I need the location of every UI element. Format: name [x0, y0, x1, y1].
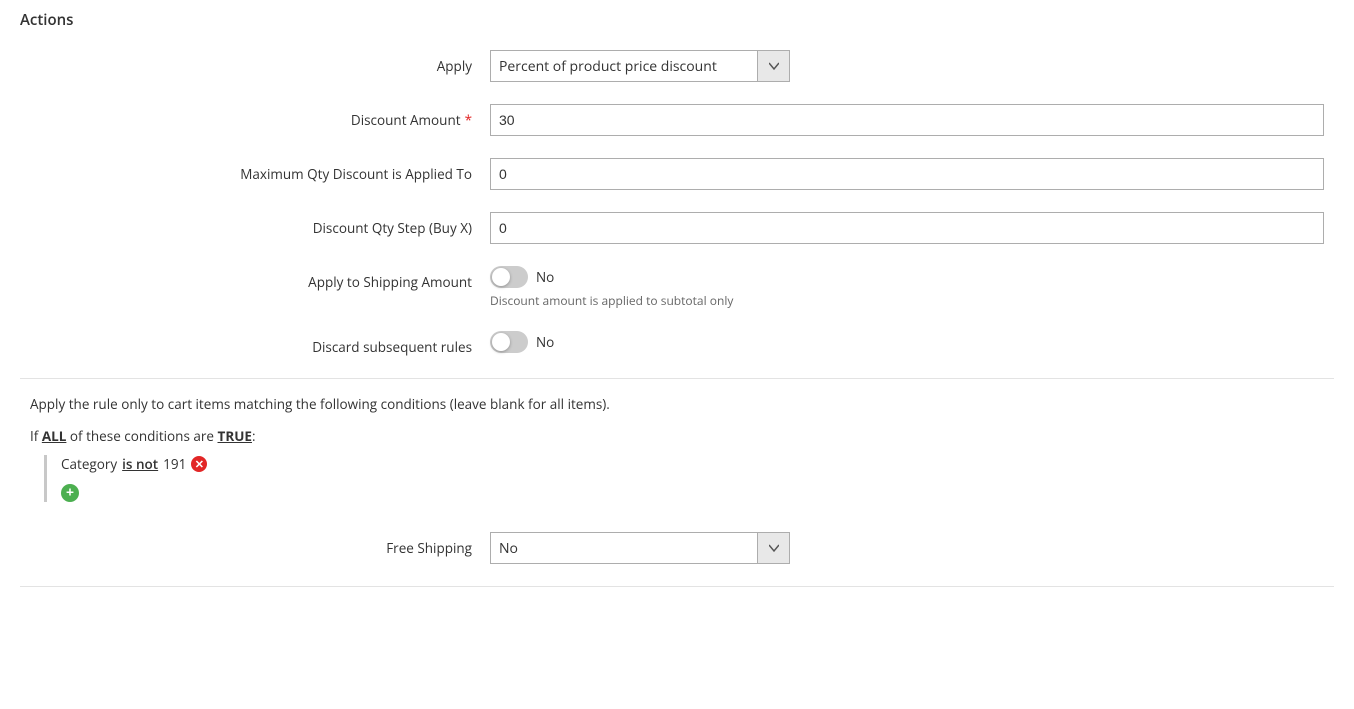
discount-qty-step-label: Discount Qty Step (Buy X)	[30, 212, 490, 237]
discard-subsequent-field: No	[490, 331, 1324, 353]
add-condition-row: +	[61, 483, 1324, 502]
free-shipping-row: Free Shipping No	[20, 532, 1334, 564]
all-label[interactable]: ALL	[42, 427, 67, 445]
true-label[interactable]: TRUE	[218, 427, 253, 445]
free-shipping-select-value: No	[491, 539, 757, 558]
chevron-down-icon	[769, 61, 779, 71]
discount-amount-row: Discount Amount*	[20, 104, 1334, 136]
section-title: Actions	[20, 10, 1334, 30]
apply-to-shipping-toggle-row: No	[490, 266, 1324, 288]
apply-select-value: Percent of product price discount	[491, 57, 757, 76]
discard-subsequent-toggle-row: No	[490, 331, 1324, 353]
apply-to-shipping-row: Apply to Shipping Amount No Discount amo…	[20, 266, 1334, 309]
remove-condition-icon[interactable]: ✕	[191, 456, 207, 472]
discount-amount-input[interactable]	[490, 104, 1324, 136]
bottom-divider	[20, 586, 1334, 587]
conditions-section: Apply the rule only to cart items matchi…	[20, 395, 1334, 502]
free-shipping-label: Free Shipping	[30, 532, 490, 557]
discount-qty-step-input[interactable]	[490, 212, 1324, 244]
of-these-label: of these conditions are	[70, 427, 214, 445]
chevron-down-icon-2	[769, 543, 779, 553]
free-shipping-select[interactable]: No	[490, 532, 790, 564]
apply-field: Percent of product price discount	[490, 50, 1324, 82]
apply-select[interactable]: Percent of product price discount	[490, 50, 790, 82]
apply-to-shipping-toggle[interactable]	[490, 266, 528, 288]
max-qty-input[interactable]	[490, 158, 1324, 190]
apply-label: Apply	[30, 50, 490, 75]
apply-to-shipping-hint: Discount amount is applied to subtotal o…	[490, 292, 1324, 309]
max-qty-row: Maximum Qty Discount is Applied To	[20, 158, 1334, 190]
discount-amount-field	[490, 104, 1324, 136]
toggle-knob-2	[492, 333, 510, 351]
discount-amount-label: Discount Amount*	[30, 104, 490, 129]
discard-subsequent-row: Discard subsequent rules No	[20, 331, 1334, 356]
if-label: If	[30, 427, 38, 445]
conditions-statement: Apply the rule only to cart items matchi…	[30, 395, 1324, 413]
condition-operator[interactable]: is not	[122, 455, 158, 473]
discard-subsequent-label: Discard subsequent rules	[30, 331, 490, 356]
section-divider	[20, 378, 1334, 379]
condition-value: 191	[163, 455, 186, 473]
discount-qty-step-row: Discount Qty Step (Buy X)	[20, 212, 1334, 244]
add-condition-icon[interactable]: +	[61, 484, 79, 502]
colon: :	[252, 427, 256, 445]
toggle-knob	[492, 268, 510, 286]
apply-row: Apply Percent of product price discount	[20, 50, 1334, 82]
condition-category: Category	[61, 455, 117, 473]
discard-subsequent-toggle[interactable]	[490, 331, 528, 353]
free-shipping-field: No	[490, 532, 1324, 564]
required-marker: *	[465, 111, 472, 129]
apply-to-shipping-toggle-label: No	[536, 268, 554, 286]
conditions-if-row: If ALL of these conditions are TRUE:	[30, 427, 1324, 445]
apply-to-shipping-field: No Discount amount is applied to subtota…	[490, 266, 1324, 309]
max-qty-label: Maximum Qty Discount is Applied To	[30, 158, 490, 183]
discount-qty-step-field	[490, 212, 1324, 244]
condition-item: Category is not 191 ✕	[61, 455, 1324, 473]
max-qty-field	[490, 158, 1324, 190]
apply-dropdown-button[interactable]	[757, 51, 789, 81]
condition-block: Category is not 191 ✕ +	[44, 455, 1324, 502]
apply-to-shipping-label: Apply to Shipping Amount	[30, 266, 490, 291]
actions-section: Actions Apply Percent of product price d…	[0, 0, 1354, 607]
free-shipping-dropdown-button[interactable]	[757, 533, 789, 563]
discard-subsequent-toggle-label: No	[536, 333, 554, 351]
